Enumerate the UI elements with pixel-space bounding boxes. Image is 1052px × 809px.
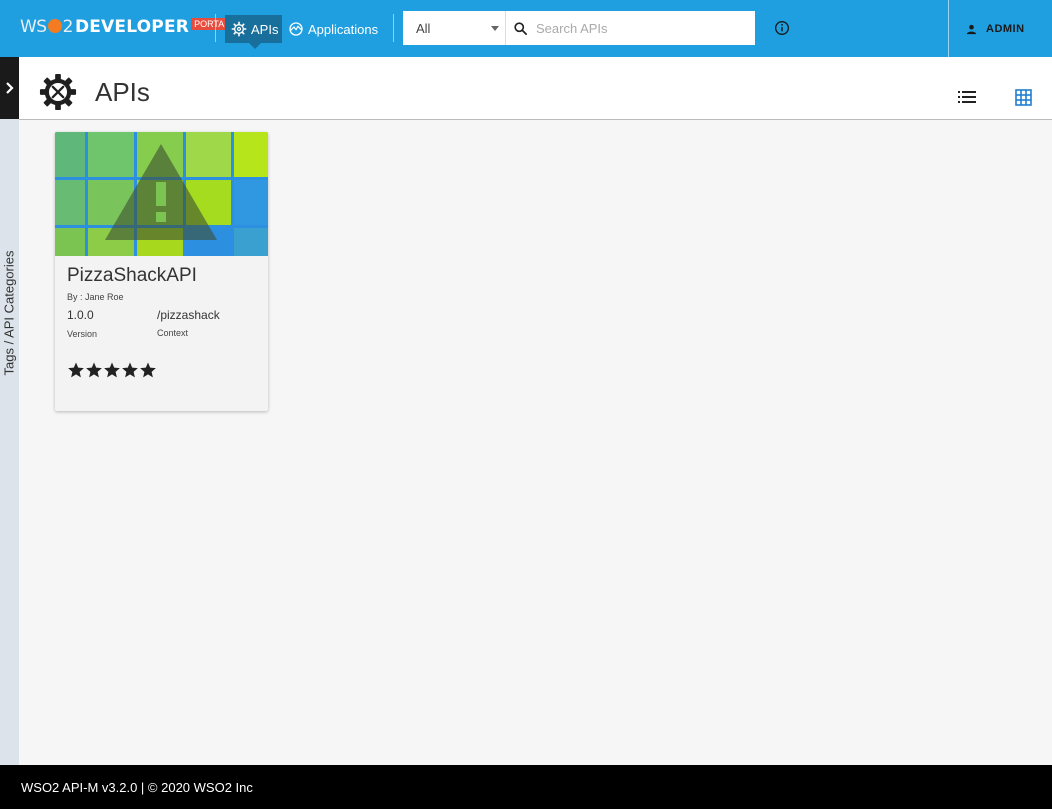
- api-rating[interactable]: [67, 361, 157, 379]
- nav-apis[interactable]: APIs: [225, 15, 282, 49]
- chevron-right-icon: [5, 82, 14, 94]
- star-icon[interactable]: [67, 361, 85, 379]
- divider: [393, 14, 394, 42]
- divider: [215, 14, 216, 42]
- top-app-bar: WS 2 DEVELOPER PORTAL APIs Applications A…: [0, 0, 1052, 57]
- nav-applications[interactable]: Applications: [288, 15, 378, 43]
- apis-gear-icon: [39, 73, 77, 111]
- api-card[interactable]: PizzaShackAPI By : Jane Roe 1.0.0 Versio…: [55, 132, 268, 411]
- api-thumbnail: [55, 132, 268, 256]
- api-version-label: Version: [67, 329, 98, 339]
- footer-text: WSO2 API-M v3.2.0 | © 2020 WSO2 Inc: [21, 779, 253, 795]
- tags-categories-drawer[interactable]: Tags / API Categories: [0, 57, 19, 765]
- api-author: By : Jane Roe: [67, 292, 124, 302]
- page-title: APIs: [95, 77, 150, 107]
- search-filter-select[interactable]: All: [403, 11, 506, 45]
- logo-brand: WS 2: [20, 17, 73, 37]
- user-name: ADMIN: [986, 23, 1025, 35]
- nav-applications-label: Applications: [308, 21, 379, 37]
- footer: WSO2 API-M v3.2.0 | © 2020 WSO2 Inc: [0, 765, 1052, 809]
- api-version: 1.0.0: [67, 308, 94, 322]
- info-icon[interactable]: [774, 20, 790, 36]
- star-icon[interactable]: [121, 361, 139, 379]
- developer-portal-logo[interactable]: WS 2 DEVELOPER PORTAL: [20, 15, 233, 39]
- search-input[interactable]: [536, 20, 736, 36]
- api-context-label: Context: [157, 328, 189, 338]
- search-icon: [514, 21, 527, 35]
- drawer-label: Tags / API Categories: [1, 250, 17, 376]
- applications-icon: [289, 22, 303, 36]
- user-menu-button[interactable]: ADMIN: [966, 21, 1025, 37]
- api-context: /pizzashack: [157, 308, 220, 322]
- nav-apis-label: APIs: [251, 21, 279, 37]
- grid-view-icon[interactable]: [1015, 89, 1032, 106]
- star-icon[interactable]: [85, 361, 103, 379]
- star-icon[interactable]: [103, 361, 121, 379]
- person-icon: [966, 24, 977, 34]
- api-name[interactable]: PizzaShackAPI: [67, 265, 197, 287]
- drawer-toggle-button[interactable]: [0, 57, 19, 119]
- search-box: [506, 11, 755, 45]
- logo-product: DEVELOPER: [74, 17, 190, 37]
- star-icon[interactable]: [139, 361, 157, 379]
- divider: [948, 0, 949, 57]
- chevron-down-icon: [491, 26, 499, 31]
- page-header: APIs: [19, 57, 1052, 120]
- search-filter-value: All: [416, 20, 431, 36]
- gear-icon: [231, 21, 247, 37]
- list-view-icon[interactable]: [958, 91, 976, 103]
